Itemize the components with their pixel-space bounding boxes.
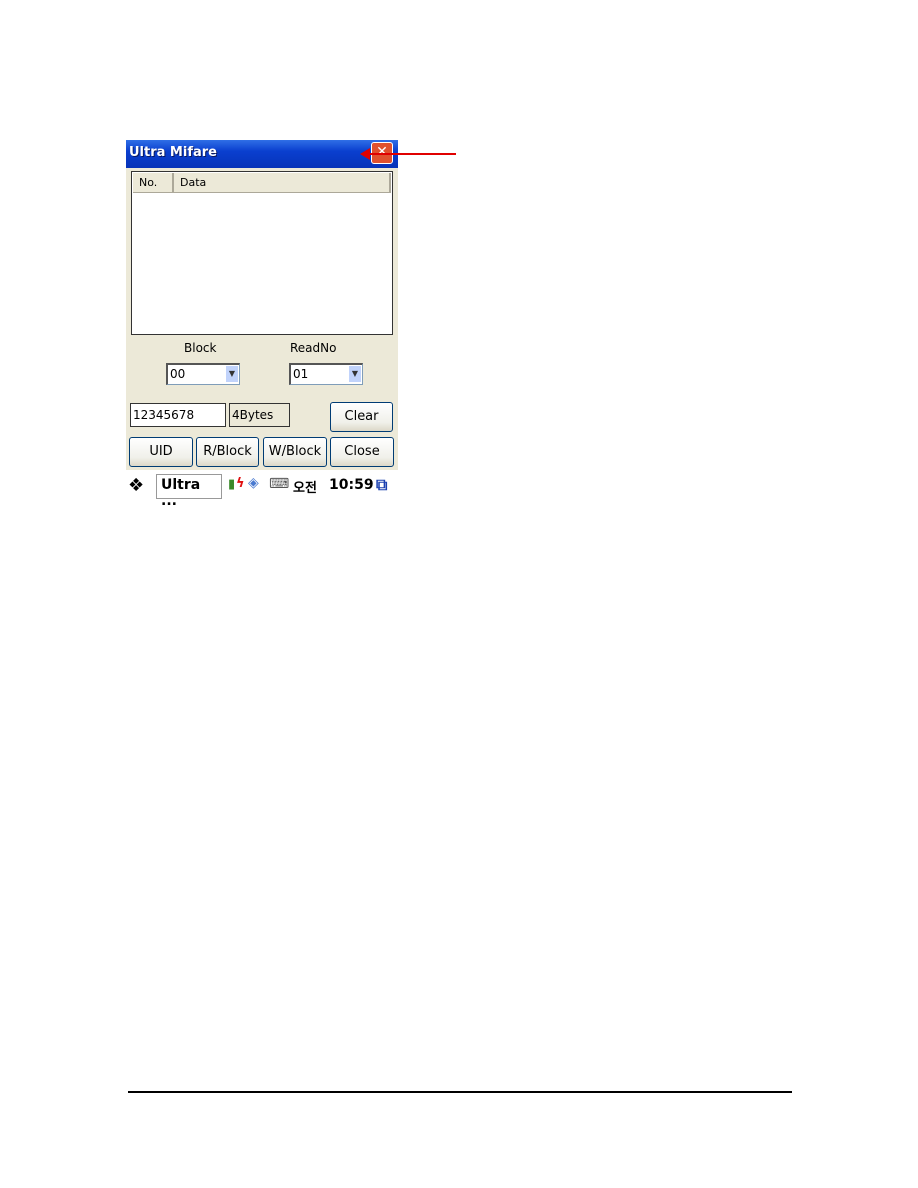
data-input[interactable]: 12345678 [130,403,226,427]
block-label: Block [184,341,217,355]
data-list[interactable]: No. Data [131,171,393,335]
switch-windows-icon[interactable]: ⧉ [376,475,387,495]
task-label: Ultra ... [161,477,201,509]
read-block-button[interactable]: R/Block [196,437,259,467]
app-window: Ultra Mifare ✕ No. Data Block ReadNo 00 … [126,140,398,470]
size-display: 4Bytes [229,403,290,427]
block-select[interactable]: 00 ▼ [166,363,240,385]
list-header: No. Data [133,173,391,193]
block-value: 00 [170,367,186,381]
taskbar: ❖ Ultra ... ▮ ϟ ◈ ⌨ 오전 10:59 ⧉ [126,472,398,509]
close-button[interactable]: Close [330,437,394,467]
dropdown-arrow-icon[interactable]: ▼ [226,366,238,382]
clear-button[interactable]: Clear [330,402,393,432]
task-button[interactable]: Ultra ... [156,474,222,509]
readno-label: ReadNo [290,341,337,355]
battery-icon[interactable]: ▮ [228,477,235,492]
readno-select[interactable]: 01 ▼ [289,363,363,385]
column-header-no[interactable]: No. [133,173,174,192]
close-icon: ✕ [376,144,388,160]
column-header-data[interactable]: Data [174,173,391,192]
clock[interactable]: 10:59 [329,477,374,493]
footer-rule [128,1091,792,1093]
network-icon[interactable]: ◈ [248,475,259,491]
uid-button[interactable]: UID [129,437,193,467]
readno-value: 01 [293,367,309,381]
keyboard-icon[interactable]: ⌨ [269,476,289,492]
window-title: Ultra Mifare [129,145,217,160]
ampm-label: 오전 [293,481,317,496]
write-block-button[interactable]: W/Block [263,437,327,467]
annotation-arrow [368,153,456,155]
windows-start-icon[interactable]: ❖ [128,475,144,496]
title-bar: Ultra Mifare ✕ [126,140,398,168]
dropdown-arrow-icon[interactable]: ▼ [349,366,361,382]
annotation-arrowhead-icon [360,148,370,160]
charging-icon: ϟ [236,476,245,491]
